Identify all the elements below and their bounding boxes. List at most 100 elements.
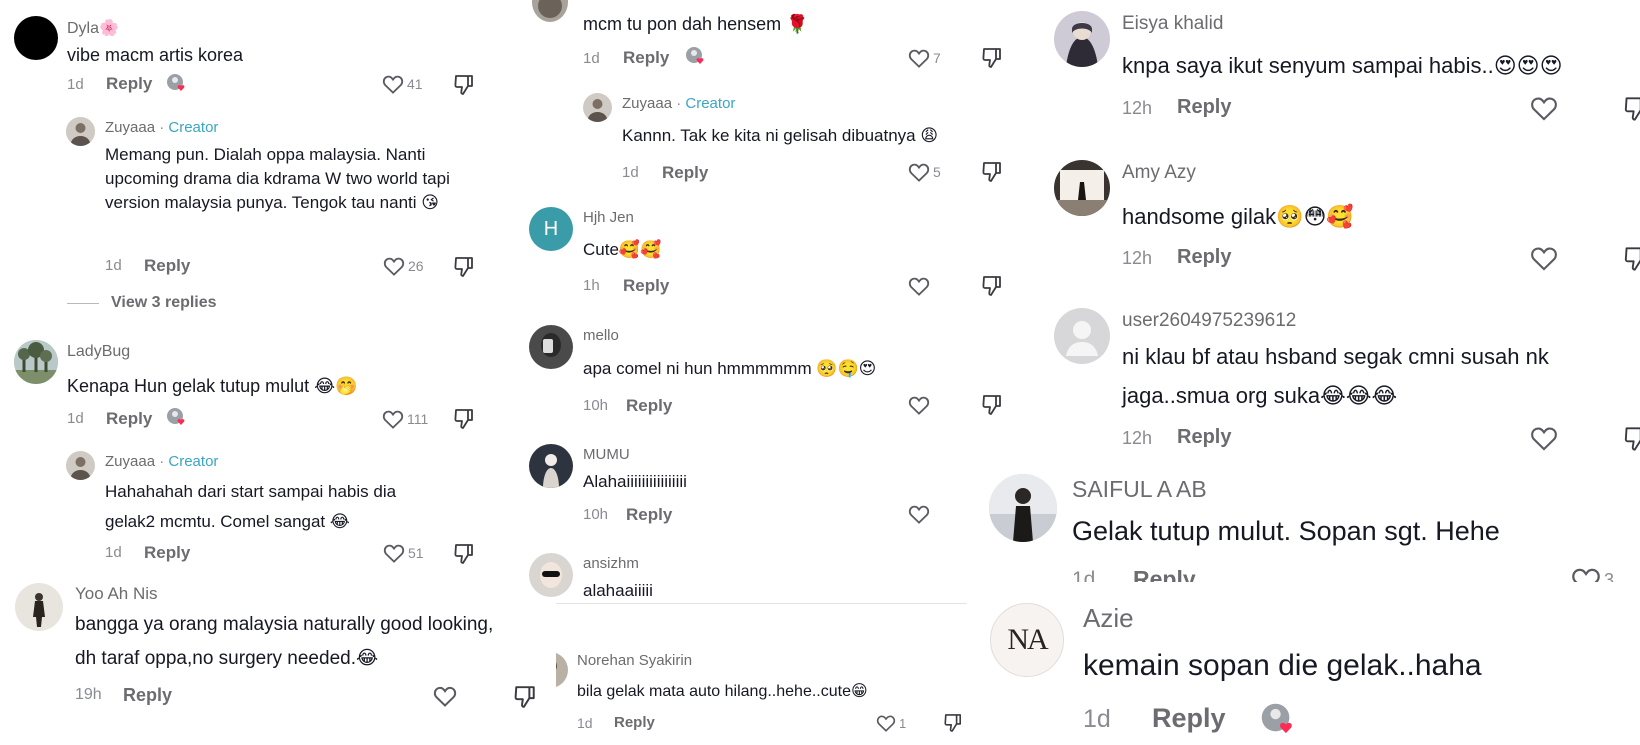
avatar[interactable] [529, 325, 573, 369]
dislike-button[interactable] [982, 394, 1002, 421]
reply-button[interactable]: Reply [626, 396, 672, 416]
like-button[interactable]: 51 [383, 543, 424, 563]
avatar-partial[interactable] [556, 652, 568, 688]
avatar[interactable] [529, 444, 573, 488]
creator-liked-avatar [1260, 702, 1298, 740]
dislike-button[interactable] [454, 74, 474, 101]
comment-username[interactable]: Azie [1083, 603, 1134, 634]
comment-text: Kannn. Tak ke kita ni gelisah dibuatnya … [622, 126, 939, 145]
reply-button[interactable]: Reply [662, 163, 708, 183]
view-replies-button[interactable]: View 3 replies [67, 294, 217, 312]
comment-username[interactable]: Eisya khalid [1122, 13, 1223, 35]
comment-time: 1d [622, 164, 639, 181]
reply-button[interactable]: Reply [1177, 96, 1231, 119]
avatar-partial[interactable] [530, 0, 570, 22]
comment-username[interactable]: Zuyaaa · Creator [105, 119, 218, 136]
comment-text: ni klau bf atau hsband segak cmni susah … [1122, 344, 1549, 409]
comment-username[interactable]: Amy Azy [1122, 162, 1196, 184]
avatar[interactable] [1054, 160, 1110, 216]
dislike-button[interactable] [982, 161, 1002, 188]
reply-button[interactable]: Reply [623, 48, 669, 68]
reply-button[interactable]: Reply [626, 505, 672, 525]
like-button[interactable]: 41 [382, 74, 423, 94]
view-replies-label: View 3 replies [111, 294, 217, 311]
reply-button[interactable]: Reply [1177, 426, 1231, 449]
comment-username[interactable]: mello [583, 327, 619, 344]
comment-time: 1d [1072, 568, 1096, 582]
comment-username[interactable]: user2604975239612 [1122, 310, 1296, 332]
avatar[interactable] [529, 553, 573, 597]
reply-button[interactable]: Reply [1133, 566, 1196, 582]
dislike-button[interactable] [454, 408, 474, 435]
like-button[interactable]: 3 [1571, 566, 1614, 582]
comment-username[interactable]: Zuyaaa · Creator [622, 95, 735, 112]
dislike-button[interactable] [1624, 246, 1640, 274]
reply-button[interactable]: Reply [623, 276, 669, 296]
comment-username[interactable]: LadyBug [67, 343, 130, 361]
creator-liked-avatar [166, 73, 188, 95]
dislike-button[interactable] [454, 256, 474, 283]
comment-username[interactable]: Hjh Jen [583, 209, 634, 226]
avatar[interactable] [66, 117, 95, 146]
comment-username[interactable]: SAIFUL A AB [1072, 476, 1207, 503]
like-button[interactable]: 7 [908, 48, 941, 68]
comment-text: handsome gilak🥺😳🥰 [1122, 204, 1354, 229]
dislike-button[interactable] [1624, 96, 1640, 124]
like-button[interactable] [1530, 245, 1558, 271]
comment-username[interactable]: Zuyaaa · Creator [105, 453, 218, 470]
avatar[interactable]: H [529, 207, 573, 251]
like-button[interactable] [908, 395, 930, 415]
comment-text: bila gelak mata auto hilang..hehe..cute😁 [577, 683, 868, 700]
reply-button[interactable]: Reply [106, 409, 152, 429]
dislike-button[interactable] [944, 713, 962, 738]
comment-username[interactable]: Yoo Ah Nis [75, 584, 158, 604]
like-button[interactable] [908, 276, 930, 296]
heart-icon [382, 75, 404, 94]
avatar[interactable]: NA [990, 603, 1064, 677]
divider [556, 603, 967, 604]
heart-icon [1531, 97, 1557, 121]
reply-button[interactable]: Reply [123, 685, 172, 706]
like-button[interactable] [1530, 95, 1558, 121]
heart-icon [876, 715, 896, 732]
like-button[interactable] [433, 685, 457, 707]
like-button[interactable]: 5 [908, 162, 941, 182]
like-button[interactable]: 1 [876, 714, 906, 732]
comment-text: Alahaiiiiiiiiiiiiiiii [583, 472, 687, 491]
comment-username[interactable]: Dyla🌸 [67, 18, 119, 38]
avatar[interactable] [15, 583, 63, 631]
reply-button[interactable]: Reply [106, 74, 152, 94]
avatar[interactable] [66, 451, 95, 480]
dislike-button[interactable] [1624, 426, 1640, 454]
avatar[interactable] [989, 474, 1057, 542]
heart-icon [1531, 427, 1557, 451]
comment-username[interactable]: Norehan Syakirin [577, 652, 692, 669]
avatar[interactable] [1054, 308, 1110, 364]
dislike-button[interactable] [514, 685, 536, 714]
like-button[interactable]: 26 [383, 256, 424, 276]
comment-time: 10h [583, 506, 609, 523]
avatar[interactable] [1054, 11, 1110, 67]
like-count: 3 [1604, 569, 1615, 583]
comment-time: 1d [583, 50, 600, 67]
comment-text: Cute🥰🥰 [583, 240, 662, 259]
avatar[interactable] [14, 340, 58, 384]
reply-button[interactable]: Reply [144, 256, 190, 276]
dislike-button[interactable] [454, 543, 474, 570]
comment-username[interactable]: ansizhm [583, 555, 639, 572]
reply-button[interactable]: Reply [614, 714, 655, 731]
avatar[interactable] [583, 93, 612, 122]
divider-line [67, 302, 99, 304]
reply-button[interactable]: Reply [144, 543, 190, 563]
like-button[interactable] [1530, 425, 1558, 451]
avatar[interactable] [14, 16, 58, 60]
like-button[interactable]: 111 [382, 409, 428, 429]
reply-button[interactable]: Reply [1152, 703, 1226, 734]
thumbs-down-icon [982, 162, 1001, 182]
reply-button[interactable]: Reply [1177, 246, 1231, 269]
separator-dot: · [159, 119, 165, 136]
dislike-button[interactable] [982, 275, 1002, 302]
dislike-button[interactable] [982, 47, 1002, 74]
comment-username[interactable]: MUMU [583, 446, 630, 463]
like-button[interactable] [908, 504, 930, 524]
